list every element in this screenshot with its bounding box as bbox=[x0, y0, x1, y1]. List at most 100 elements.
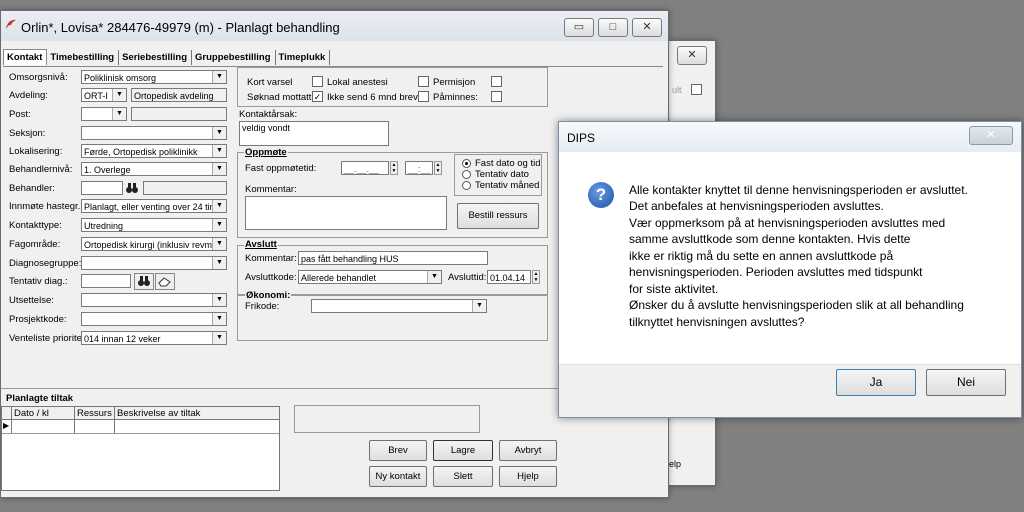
chevron-down-icon: ▼ bbox=[112, 108, 126, 120]
minimize-button[interactable]: ▭ bbox=[564, 18, 594, 37]
time-spinner[interactable]: ▲ ▼ bbox=[434, 161, 442, 175]
tentativ-dato-radio[interactable] bbox=[462, 170, 471, 179]
col-header-dato[interactable]: Dato / kl bbox=[14, 408, 49, 419]
omsorgsniva-label: Omsorgsnivå: bbox=[9, 72, 68, 83]
maximize-button[interactable]: □ bbox=[598, 18, 628, 37]
avslutt-heading: Avslutt bbox=[244, 239, 278, 250]
tab-kontakt[interactable]: Kontakt bbox=[3, 49, 48, 65]
seksjon-select[interactable]: ▼ bbox=[81, 126, 227, 140]
utsettelse-label: Utsettelse: bbox=[9, 295, 54, 306]
chevron-down-icon: ▼ bbox=[212, 219, 226, 231]
behandler-field[interactable] bbox=[81, 181, 123, 195]
kort-varsel-label: Kort varsel bbox=[247, 77, 293, 88]
tentativ-diag-field[interactable] bbox=[81, 274, 131, 288]
omsorgsniva-select[interactable]: Poliklinisk omsorg ▼ bbox=[81, 70, 227, 84]
chevron-down-icon: ▼ bbox=[427, 271, 441, 283]
avsluttkode-select[interactable]: Allerede behandlet ▼ bbox=[298, 270, 442, 284]
bestill-ressurs-button[interactable]: Bestill ressurs bbox=[457, 203, 539, 229]
permisjon-checkbox[interactable] bbox=[491, 76, 502, 87]
binoculars-icon[interactable] bbox=[125, 182, 139, 194]
behandler-label: Behandler: bbox=[9, 183, 55, 194]
diagnosegruppe-select[interactable]: ▼ bbox=[81, 256, 227, 270]
post-select[interactable]: ▼ bbox=[81, 107, 127, 121]
oppmote-date-field[interactable]: __.__.__ bbox=[341, 161, 389, 175]
background-close-button[interactable]: ✕ bbox=[677, 46, 707, 65]
status-field bbox=[294, 405, 480, 433]
no-button[interactable]: Nei bbox=[926, 369, 1006, 396]
paminnes-checkbox[interactable] bbox=[491, 91, 502, 102]
fagomrade-label: Fagområde: bbox=[9, 239, 61, 250]
avdeling-name-field: Ortopedisk avdeling bbox=[131, 88, 227, 102]
brev-button[interactable]: Brev bbox=[369, 440, 427, 461]
dialog-message-line: Vær oppmerksom på at henvisningsperioden… bbox=[629, 216, 946, 230]
fast-dato-label: Fast dato og tid bbox=[475, 158, 541, 169]
dialog-footer: Ja Nei bbox=[559, 364, 1021, 417]
table-row[interactable] bbox=[2, 420, 279, 434]
dialog-close-button[interactable]: ✕ bbox=[969, 126, 1013, 145]
oppmote-heading: Oppmøte bbox=[244, 147, 288, 158]
lokalisering-select[interactable]: Førde, Ortopedisk poliklinikk ▼ bbox=[81, 144, 227, 158]
seksjon-label: Seksjon: bbox=[9, 128, 46, 139]
behandler-name-field bbox=[143, 181, 227, 195]
utsettelse-select[interactable]: ▼ bbox=[81, 293, 227, 307]
oppmote-kommentar-textarea[interactable] bbox=[245, 196, 447, 230]
avbryt-button[interactable]: Avbryt bbox=[499, 440, 557, 461]
venteliste-select[interactable]: 014 innan 12 veker ▼ bbox=[81, 331, 227, 345]
fast-oppmotetid-label: Fast oppmøtetid: bbox=[245, 163, 317, 174]
lokal-anestesi-checkbox[interactable] bbox=[418, 76, 429, 87]
tab-gruppebestilling[interactable]: Gruppebestilling bbox=[192, 50, 276, 65]
lagre-button[interactable]: Lagre bbox=[433, 440, 493, 461]
tentativ-maned-label: Tentativ måned bbox=[475, 180, 540, 191]
fagomrade-select[interactable]: Ortopedisk kirurgi (inklusiv revm ▼ bbox=[81, 237, 227, 251]
hjelp-button[interactable]: Hjelp bbox=[499, 466, 557, 487]
behandlerniva-select[interactable]: 1. Overlege ▼ bbox=[81, 162, 227, 176]
avslutt-kommentar-field[interactable]: pas fått behandling HUS bbox=[298, 251, 488, 265]
tab-timebestilling[interactable]: Timebestilling bbox=[47, 50, 120, 65]
avsluttid-spinner[interactable]: ▲ ▼ bbox=[532, 270, 540, 284]
oppmote-time-field[interactable]: __:__ bbox=[405, 161, 433, 175]
background-checkbox[interactable] bbox=[691, 84, 702, 95]
background-partial-text-2: elp bbox=[669, 459, 682, 469]
avslutt-kommentar-label: Kommentar: bbox=[245, 253, 297, 264]
kontakttype-select[interactable]: Utredning ▼ bbox=[81, 218, 227, 232]
ny-kontakt-button[interactable]: Ny kontakt bbox=[369, 466, 427, 487]
slett-button[interactable]: Slett bbox=[433, 466, 493, 487]
diagnosegruppe-label: Diagnosegruppe: bbox=[9, 258, 82, 269]
dialog-message-line: henvisningsperioden. Perioden avsluttes … bbox=[629, 265, 923, 279]
chevron-down-icon: ▼ bbox=[212, 332, 226, 344]
kort-varsel-checkbox[interactable] bbox=[312, 76, 323, 87]
chevron-down-icon: ▼ bbox=[212, 200, 226, 212]
diag-eraser-button[interactable] bbox=[155, 273, 175, 290]
soknad-mottatt-checkbox[interactable]: ✓ bbox=[312, 91, 323, 102]
behandlerniva-label: Behandlernivå: bbox=[9, 164, 73, 175]
tentativ-dato-label: Tentativ dato bbox=[475, 169, 529, 180]
ikke-send-checkbox[interactable] bbox=[418, 91, 429, 102]
col-divider bbox=[74, 407, 75, 433]
tab-bar: Kontakt Timebestilling Seriebestilling Grup… bbox=[3, 49, 331, 65]
tab-timeplukk[interactable]: Timeplukk bbox=[276, 50, 331, 65]
kontakttype-label: Kontakttype: bbox=[9, 220, 62, 231]
avsluttid-field[interactable]: 01.04.14 bbox=[487, 270, 531, 284]
yes-button[interactable]: Ja bbox=[836, 369, 916, 396]
fast-dato-radio[interactable] bbox=[462, 159, 471, 168]
dialog-message-line: tilknyttet henvisningen avsluttes? bbox=[629, 315, 805, 329]
diag-search-button[interactable] bbox=[134, 273, 154, 290]
frikode-select[interactable]: ▼ bbox=[311, 299, 487, 313]
kontaktarsak-textarea[interactable]: veldig vondt bbox=[239, 121, 389, 146]
close-button[interactable]: ✕ bbox=[632, 18, 662, 37]
chevron-down-icon: ▼ bbox=[212, 145, 226, 157]
dips-logo-icon bbox=[6, 19, 16, 29]
tentativ-maned-radio[interactable] bbox=[462, 181, 471, 190]
innmote-select[interactable]: Planlagt, eller venting over 24 tir ▼ bbox=[81, 199, 227, 213]
tab-seriebestilling[interactable]: Seriebestilling bbox=[119, 50, 193, 65]
dialog-message-line: samme avsluttkode som denne kontakten. H… bbox=[629, 232, 911, 246]
lokal-anestesi-label: Lokal anestesi bbox=[327, 77, 388, 88]
date-spinner[interactable]: ▲ ▼ bbox=[390, 161, 398, 175]
tiltak-table[interactable]: Dato / kl Ressurs Beskrivelse av tiltak … bbox=[1, 406, 280, 491]
col-header-beskrivelse[interactable]: Beskrivelse av tiltak bbox=[117, 408, 200, 419]
avdeling-code-select[interactable]: ORT-I ▼ bbox=[81, 88, 127, 102]
col-header-ressurs[interactable]: Ressurs bbox=[77, 408, 112, 419]
prosjektkode-select[interactable]: ▼ bbox=[81, 312, 227, 326]
chevron-down-icon: ▼ bbox=[212, 127, 226, 139]
dialog-message-line: Det anbefales at henvisningsperioden avs… bbox=[629, 199, 884, 213]
